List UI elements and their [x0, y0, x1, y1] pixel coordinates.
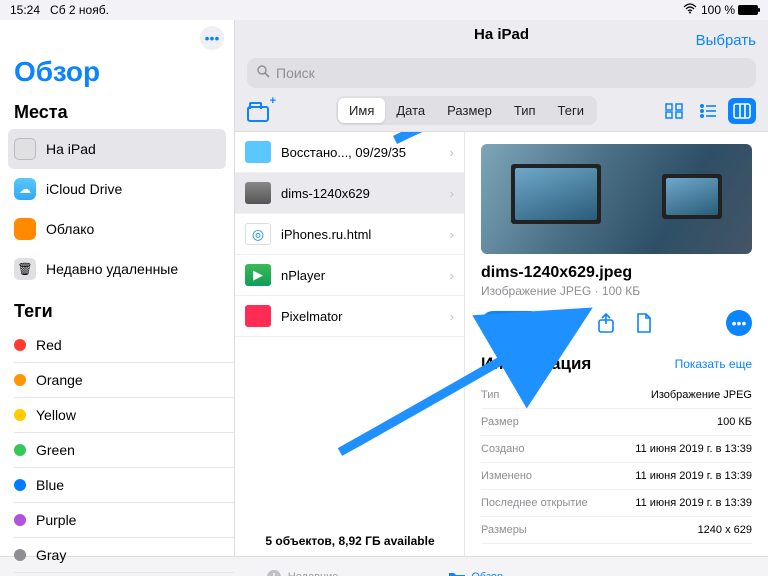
- markup-icon[interactable]: [556, 311, 580, 335]
- sidebar-item-cloud[interactable]: Облако: [0, 209, 234, 249]
- status-date: Сб 2 нояб.: [50, 3, 109, 17]
- sort-Размер[interactable]: Размер: [436, 98, 503, 123]
- file-subtitle: Изображение JPEG · 100 КБ: [481, 284, 752, 298]
- tag-orange[interactable]: Orange: [0, 363, 234, 397]
- section-tags-header: Теги: [0, 295, 234, 328]
- cloud-storage-icon: [14, 218, 36, 240]
- chevron-right-icon: ›: [450, 268, 454, 283]
- tag-dot-icon: [14, 549, 26, 561]
- safari-icon: ◎: [245, 223, 271, 245]
- chevron-right-icon: ›: [450, 186, 454, 201]
- share-icon[interactable]: [594, 311, 618, 335]
- battery-icon: [738, 5, 758, 15]
- sort-Имя[interactable]: Имя: [338, 98, 385, 123]
- chevron-right-icon: ›: [450, 309, 454, 324]
- list-item[interactable]: Восстано..., 09/29/35›: [235, 132, 464, 173]
- sidebar-item-icloud[interactable]: ☁ iCloud Drive: [0, 169, 234, 209]
- chevron-right-icon: ›: [450, 227, 454, 242]
- tag-dot-icon: [14, 374, 26, 386]
- app-icon: [245, 305, 271, 327]
- sidebar-title: Обзор: [0, 56, 234, 96]
- list-item[interactable]: Pixelmator›: [235, 296, 464, 337]
- info-row: Размер100 КБ: [481, 409, 752, 436]
- more-actions-button[interactable]: •••: [726, 310, 752, 336]
- file-preview: [481, 144, 752, 254]
- list-footer: 5 объектов, 8,92 ГБ available: [235, 534, 465, 548]
- folder-icon: [448, 568, 466, 576]
- tag-red[interactable]: Red: [0, 328, 234, 362]
- folder-icon: [247, 106, 269, 122]
- select-button[interactable]: Выбрать: [696, 32, 756, 49]
- list-item[interactable]: dims-1240x629›: [235, 173, 464, 214]
- tag-dot-icon: [14, 514, 26, 526]
- list-item[interactable]: ▶nPlayer›: [235, 255, 464, 296]
- wifi-icon: [683, 3, 697, 17]
- chevron-right-icon: ›: [450, 145, 454, 160]
- status-bar: 15:24 Сб 2 нояб. 100 %: [0, 0, 768, 20]
- sort-Дата[interactable]: Дата: [385, 98, 436, 123]
- ipad-icon: [14, 138, 36, 160]
- sort-segmented[interactable]: ИмяДатаРазмерТипТеги: [336, 96, 597, 125]
- status-time: 15:24: [10, 3, 40, 17]
- sort-Тип[interactable]: Тип: [503, 98, 547, 123]
- info-header: Информация: [481, 354, 591, 374]
- list-item[interactable]: ◎iPhones.ru.html›: [235, 214, 464, 255]
- icloud-icon: ☁: [14, 178, 36, 200]
- file-name: dims-1240x629.jpeg: [481, 264, 752, 282]
- location-title: На iPad: [474, 26, 529, 43]
- view-grid-button[interactable]: [660, 98, 688, 124]
- view-list-button[interactable]: [694, 98, 722, 124]
- clock-icon: [265, 568, 283, 576]
- new-folder-button[interactable]: +: [247, 100, 273, 122]
- file-list: Восстано..., 09/29/35›dims-1240x629›◎iPh…: [235, 132, 465, 556]
- detail-pane: dims-1240x629.jpeg Изображение JPEG · 10…: [465, 132, 768, 556]
- sidebar: ••• Обзор Места На iPad ☁ iCloud Drive О…: [0, 20, 235, 556]
- sort-Теги[interactable]: Теги: [547, 98, 595, 123]
- info-row: Создано11 июня 2019 г. в 13:39: [481, 436, 752, 463]
- folder-icon: [245, 141, 271, 163]
- tag-dot-icon: [14, 339, 26, 351]
- tag-dot-icon: [14, 409, 26, 421]
- info-row: Размеры1240 x 629: [481, 517, 752, 544]
- tag-yellow[interactable]: Yellow: [0, 398, 234, 432]
- search-icon: [257, 65, 270, 81]
- tag-green[interactable]: Green: [0, 433, 234, 467]
- more-options-button[interactable]: •••: [200, 26, 224, 50]
- tag-blue[interactable]: Blue: [0, 468, 234, 502]
- battery-pct: 100 %: [701, 3, 735, 17]
- info-row: Последнее открытие11 июня 2019 г. в 13:3…: [481, 490, 752, 517]
- show-more-link[interactable]: Показать еще: [675, 357, 752, 371]
- open-button[interactable]: ОТКР.: [481, 311, 542, 335]
- section-places-header: Места: [0, 96, 234, 129]
- trash-icon: 🗑: [14, 258, 36, 280]
- tab-browse[interactable]: Обзор: [448, 568, 503, 576]
- view-column-button[interactable]: [728, 98, 756, 124]
- document-icon[interactable]: [632, 311, 656, 335]
- sidebar-item-on-ipad[interactable]: На iPad: [8, 129, 226, 169]
- tag-dot-icon: [14, 444, 26, 456]
- image-thumb-icon: [245, 182, 271, 204]
- tag-dot-icon: [14, 479, 26, 491]
- main-area: На iPad Выбрать Поиск + ИмяДатаРазмерТип…: [235, 20, 768, 556]
- tag-gray[interactable]: Gray: [0, 538, 234, 572]
- app-icon: ▶: [245, 264, 271, 286]
- info-row: ТипИзображение JPEG: [481, 382, 752, 409]
- tab-recent[interactable]: Недавние: [265, 568, 339, 576]
- tag-purple[interactable]: Purple: [0, 503, 234, 537]
- search-input[interactable]: Поиск: [247, 58, 756, 88]
- sidebar-item-trash[interactable]: 🗑 Недавно удаленные: [0, 249, 234, 289]
- info-row: Изменено11 июня 2019 г. в 13:39: [481, 463, 752, 490]
